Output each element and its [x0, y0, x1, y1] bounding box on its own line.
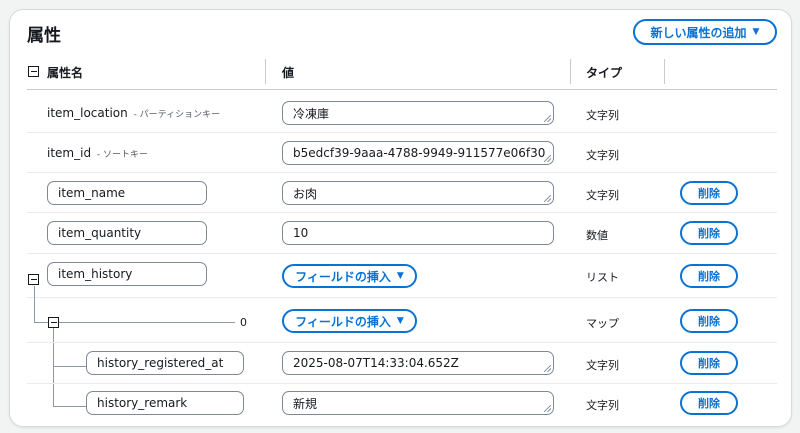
field-text: 10 — [293, 226, 309, 240]
caret-down-icon: ▼ — [752, 27, 760, 37]
tree-line — [59, 322, 235, 323]
history-remark-value-field[interactable]: 新規 — [282, 391, 554, 415]
caret-down-icon: ▼ — [396, 271, 404, 281]
resize-handle-icon[interactable] — [544, 405, 551, 412]
insert-field-button[interactable]: フィールドの挿入 ▼ — [282, 309, 417, 333]
delete-button[interactable]: 削除 — [680, 264, 738, 288]
header-value: 値 — [282, 66, 295, 80]
collapse-all-icon[interactable] — [28, 66, 39, 77]
field-text: 2025-08-07T14:33:04.652Z — [293, 356, 459, 370]
row-divider — [27, 253, 777, 254]
item-history-key-field[interactable]: item_history — [47, 262, 207, 286]
field-text: item_quantity — [58, 226, 142, 240]
column-divider — [265, 59, 266, 84]
sort-key-name: item_id — [47, 146, 92, 160]
type-label: 文字列 — [586, 359, 619, 372]
resize-handle-icon[interactable] — [544, 115, 551, 122]
type-label: マップ — [586, 317, 619, 330]
row-divider — [27, 172, 777, 173]
field-text: history_registered_at — [97, 356, 224, 370]
add-attribute-label: 新しい属性の追加 — [650, 25, 747, 40]
list-index: 0 — [240, 316, 247, 329]
resize-handle-icon[interactable] — [544, 365, 551, 372]
caret-down-icon: ▼ — [396, 316, 404, 326]
type-label: 文字列 — [586, 149, 619, 162]
field-text: history_remark — [97, 396, 188, 410]
add-attribute-button[interactable]: 新しい属性の追加 ▼ — [633, 19, 777, 45]
field-text: item_history — [58, 267, 133, 281]
field-text: 冷凍庫 — [293, 106, 330, 121]
row-divider — [27, 212, 777, 213]
row-key: item_id - ソートキー — [47, 146, 148, 160]
tree-line — [53, 328, 54, 407]
type-label: 文字列 — [586, 189, 619, 202]
type-label: 数値 — [586, 229, 608, 242]
row-key: item_location - パーティションキー — [47, 106, 220, 120]
insert-field-label: フィールドの挿入 — [295, 269, 391, 284]
panel-title: 属性 — [27, 26, 61, 46]
partition-key-label: - パーティションキー — [133, 110, 221, 120]
insert-field-button[interactable]: フィールドの挿入 ▼ — [282, 264, 417, 288]
row-divider — [27, 383, 777, 384]
delete-button[interactable]: 削除 — [680, 221, 738, 245]
item-quantity-key-field[interactable]: item_quantity — [47, 221, 207, 245]
type-label: リスト — [586, 271, 619, 284]
sort-key-label: - ソートキー — [96, 150, 148, 160]
partition-key-name: item_location — [47, 106, 128, 120]
field-text: b5edcf39-9aaa-4788-9949-911577e06f30 — [293, 146, 546, 160]
tree-line — [34, 286, 35, 322]
history-registered-at-key-field[interactable]: history_registered_at — [86, 351, 244, 375]
type-label: 文字列 — [586, 399, 619, 412]
row-divider — [27, 132, 777, 133]
resize-handle-icon[interactable] — [544, 195, 551, 202]
delete-button[interactable]: 削除 — [680, 391, 738, 415]
collapse-list-icon[interactable] — [28, 274, 39, 285]
attributes-panel: 属性 新しい属性の追加 ▼ 属性名 値 タイプ item_location - … — [9, 9, 792, 427]
delete-button[interactable]: 削除 — [680, 181, 738, 205]
collapse-map-icon[interactable] — [48, 317, 59, 328]
field-text: 新規 — [293, 396, 318, 411]
item-quantity-value-field[interactable]: 10 — [282, 221, 554, 245]
column-divider — [570, 59, 571, 84]
header-type: タイプ — [586, 66, 623, 80]
item-location-value-field[interactable]: 冷凍庫 — [282, 101, 554, 125]
header-attribute-name: 属性名 — [47, 66, 84, 80]
tree-line — [53, 366, 86, 367]
delete-button[interactable]: 削除 — [680, 309, 738, 333]
field-text: item_name — [58, 186, 126, 200]
header-divider — [27, 89, 777, 90]
tree-line — [53, 406, 86, 407]
insert-field-label: フィールドの挿入 — [295, 314, 391, 329]
item-name-key-field[interactable]: item_name — [47, 181, 207, 205]
history-registered-at-value-field[interactable]: 2025-08-07T14:33:04.652Z — [282, 351, 554, 375]
item-name-value-field[interactable]: お肉 — [282, 181, 554, 205]
row-divider — [27, 342, 777, 343]
resize-handle-icon[interactable] — [544, 155, 551, 162]
field-text: お肉 — [293, 186, 318, 201]
history-remark-key-field[interactable]: history_remark — [86, 391, 244, 415]
type-label: 文字列 — [586, 109, 619, 122]
delete-button[interactable]: 削除 — [680, 351, 738, 375]
row-divider — [27, 297, 777, 298]
column-divider — [664, 59, 665, 84]
item-id-value-field[interactable]: b5edcf39-9aaa-4788-9949-911577e06f30 — [282, 141, 554, 165]
